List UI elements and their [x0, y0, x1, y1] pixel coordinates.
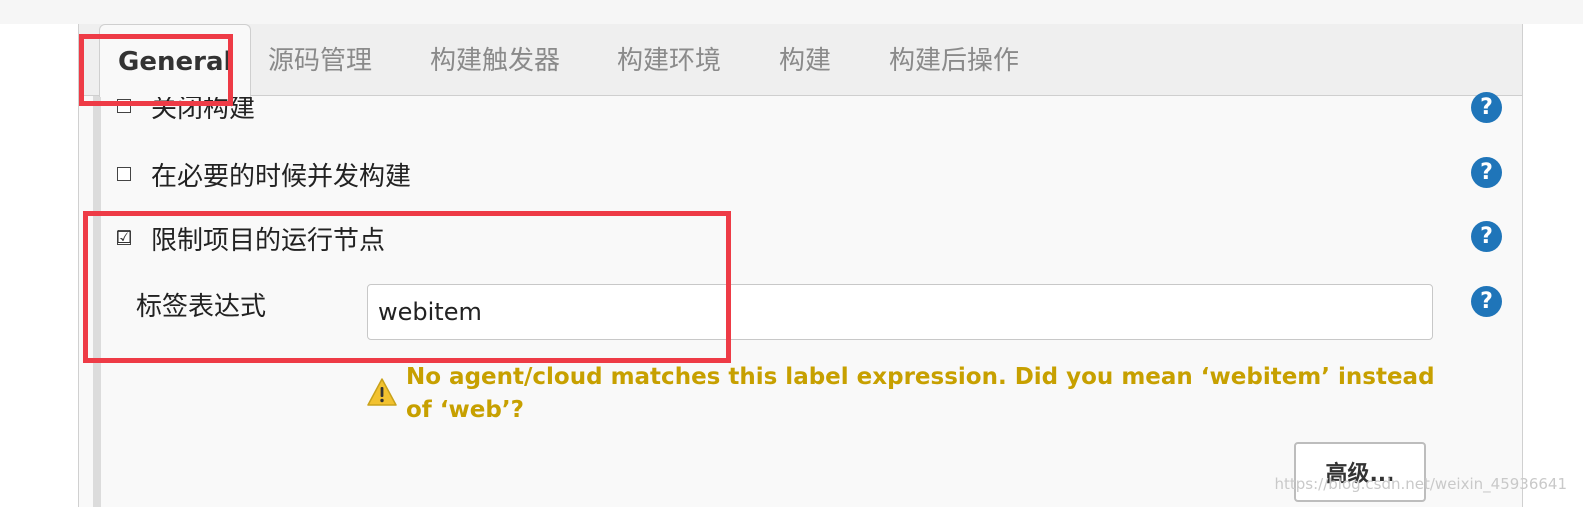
top-strip: [0, 0, 1583, 24]
restrict-node-label: 限制项目的运行节点: [151, 225, 386, 256]
option-concurrent-build: 在必要的时候并发构建: [117, 154, 411, 194]
concurrent-build-label: 在必要的时候并发构建: [151, 161, 412, 192]
tab-source-control[interactable]: 源码管理: [268, 24, 372, 95]
restrict-node-checkbox[interactable]: ☑: [115, 227, 133, 248]
help-icon-restrict-node[interactable]: ?: [1471, 221, 1502, 252]
watermark: https://blog.csdn.net/weixin_45936641: [1274, 475, 1567, 493]
tab-general[interactable]: General: [99, 24, 252, 97]
tab-build-triggers[interactable]: 构建触发器: [430, 24, 560, 95]
tab-build[interactable]: 构建: [779, 24, 831, 95]
concurrent-build-checkbox[interactable]: [117, 167, 131, 181]
advanced-button[interactable]: 高级...: [1294, 442, 1426, 502]
label-warning-message: No agent/cloud matches this label expres…: [406, 364, 1435, 423]
checkmark-icon: ☑: [115, 227, 133, 248]
help-icon-label-expression[interactable]: ?: [1471, 286, 1502, 317]
help-icon-concurrent-build[interactable]: ?: [1471, 157, 1502, 188]
section-indent-bar: [93, 96, 101, 507]
warning-icon: [367, 378, 397, 406]
label-expression-input[interactable]: [367, 284, 1433, 340]
tab-build-environment[interactable]: 构建环境: [617, 24, 721, 95]
config-panel: General 源码管理 构建触发器 构建环境 构建 构建后操作 关闭构建 在必…: [78, 24, 1523, 507]
label-expression-label: 标签表达式: [136, 292, 267, 322]
tab-bar: General 源码管理 构建触发器 构建环境 构建 构建后操作: [79, 24, 1522, 97]
option-restrict-node: ☑ 限制项目的运行节点: [115, 218, 386, 258]
disable-build-checkbox[interactable]: [117, 99, 131, 113]
tab-post-build[interactable]: 构建后操作: [889, 24, 1019, 95]
help-icon-disable-build[interactable]: ?: [1471, 92, 1502, 123]
